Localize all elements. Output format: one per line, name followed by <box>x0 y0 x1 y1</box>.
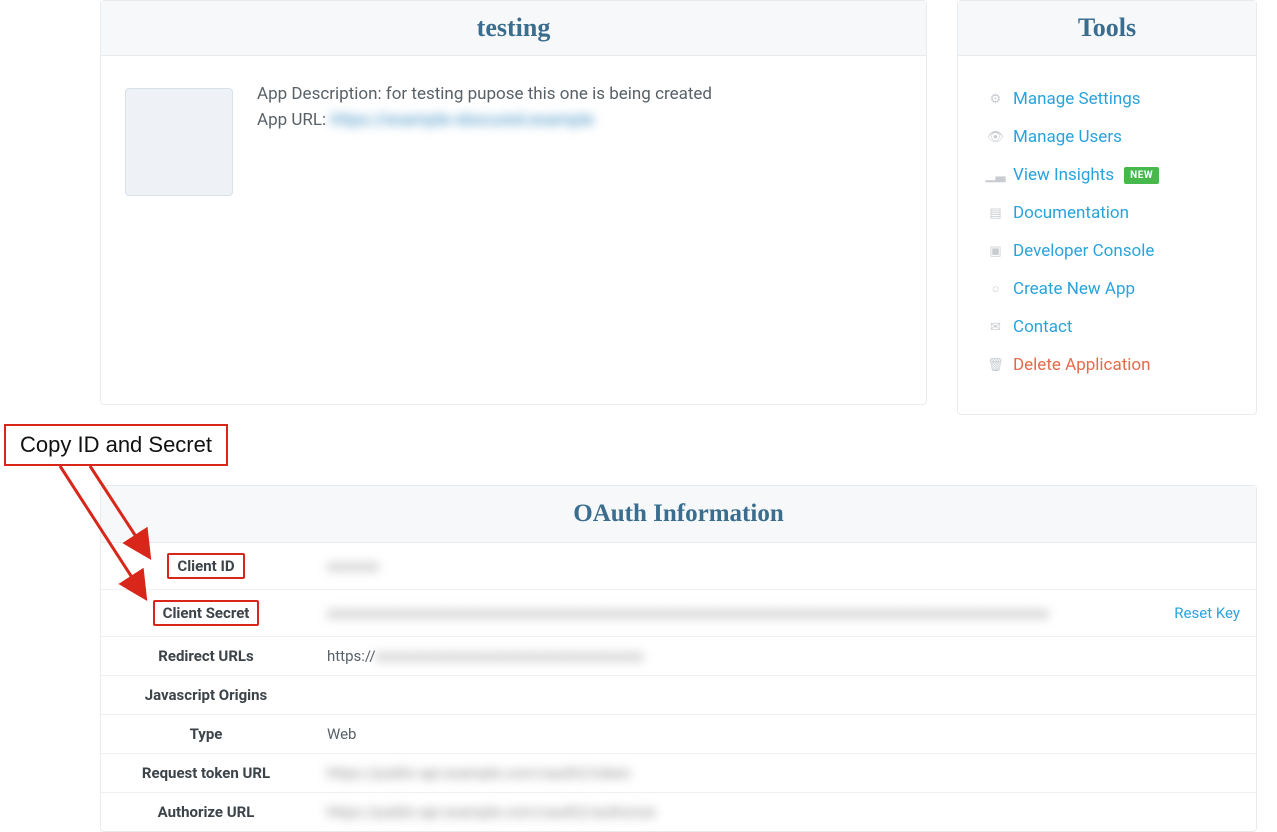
tools-item: ✉ Contact <box>988 308 1226 346</box>
plus-icon: ○ <box>988 282 1003 297</box>
oauth-key: Authorize URL <box>101 793 311 832</box>
app-description-value: for testing pupose this one is being cre… <box>386 84 712 104</box>
oauth-row: Javascript Origins <box>101 676 1256 715</box>
oauth-value-prefix: https:// <box>327 647 376 665</box>
app-url: App URL: https://example-obscured.exampl… <box>257 110 712 130</box>
app-description-label: App Description: <box>257 84 382 104</box>
tools-item: ▁▃ View Insights NEW <box>988 156 1226 194</box>
tools-item: 🗑 Delete Application <box>988 346 1226 384</box>
oauth-value-blurred: https://public-api.example.com/oauth2/au… <box>327 803 656 821</box>
app-thumbnail <box>125 88 233 196</box>
oauth-key: Client ID <box>101 543 311 590</box>
app-url-label: App URL: <box>257 110 326 130</box>
doc-icon: ▤ <box>988 206 1003 221</box>
oauth-value <box>311 676 1256 715</box>
tools-link-delete-application[interactable]: Delete Application <box>1013 355 1151 375</box>
oauth-row: Client ID xxxxxxx <box>101 543 1256 590</box>
oauth-value: xxxxxxxxxxxxxxxxxxxxxxxxxxxxxxxxxxxxxxxx… <box>311 590 1256 637</box>
oauth-key: Request token URL <box>101 754 311 793</box>
app-url-value: https://example-obscured.example <box>330 110 593 130</box>
tools-link-developer-console[interactable]: Developer Console <box>1013 241 1154 261</box>
trash-icon: 🗑 <box>988 358 1003 373</box>
tools-link-view-insights[interactable]: View Insights <box>1013 165 1114 185</box>
oauth-row: TypeWeb <box>101 715 1256 754</box>
app-panel-header: testing <box>101 1 926 56</box>
highlight-box: Client Secret <box>153 600 260 626</box>
eye-icon: 👁 <box>988 130 1003 145</box>
tools-link-contact[interactable]: Contact <box>1013 317 1072 337</box>
oauth-value-blurred: xxxxxxxxxxxxxxxxxxxxxxxxxxxxxxxxxxxxxxxx… <box>327 604 1049 622</box>
oauth-table: Client ID xxxxxxx Client Secret xxxxxxxxxxx… <box>101 543 1256 831</box>
console-icon: ▣ <box>988 244 1003 259</box>
oauth-value: Web <box>311 715 1256 754</box>
new-badge: NEW <box>1124 167 1159 184</box>
oauth-key: Javascript Origins <box>101 676 311 715</box>
oauth-value: https://public-api.example.com/oauth2/au… <box>311 793 1256 832</box>
tools-link-create-new-app[interactable]: Create New App <box>1013 279 1135 299</box>
oauth-value-blurred: xxxxxxx <box>327 557 379 575</box>
oauth-row: Client Secret xxxxxxxxxxxxxxxxxxxxxxxxxxx… <box>101 590 1256 637</box>
oauth-title: OAuth Information <box>573 500 783 527</box>
oauth-panel-header: OAuth Information <box>101 486 1256 543</box>
oauth-panel: OAuth Information Client IDxxxxxxxClient… <box>100 485 1257 832</box>
oauth-key: Type <box>101 715 311 754</box>
chart-icon: ▁▃ <box>988 168 1003 183</box>
tools-panel-header: Tools <box>958 1 1256 56</box>
tools-link-documentation[interactable]: Documentation <box>1013 203 1129 223</box>
tools-item: ▤ Documentation <box>988 194 1226 232</box>
tools-list: ⚙ Manage Settings 👁 Manage Users ▁▃ View Insi… <box>958 56 1256 414</box>
oauth-value: xxxxxxx <box>311 543 1256 590</box>
app-description: App Description: for testing pupose this… <box>257 84 712 104</box>
oauth-value: https://public-api.example.com/oauth2/to… <box>311 754 1256 793</box>
tools-link-manage-users[interactable]: Manage Users <box>1013 127 1122 147</box>
oauth-key: Client Secret <box>101 590 311 637</box>
oauth-row: Authorize URL https://public-api.example.… <box>101 793 1256 832</box>
tools-item: ⚙ Manage Settings <box>988 80 1226 118</box>
app-title: testing <box>477 13 551 42</box>
tools-item: 👁 Manage Users <box>988 118 1226 156</box>
oauth-value-blurred: https://public-api.example.com/oauth2/to… <box>327 764 630 782</box>
oauth-row: Request token URL https://public-api.exam… <box>101 754 1256 793</box>
highlight-box: Client ID <box>167 553 244 579</box>
app-panel: testing App Description: for testing pup… <box>100 0 927 405</box>
gear-icon: ⚙ <box>988 92 1003 107</box>
mail-icon: ✉ <box>988 320 1003 335</box>
tools-item: ○ Create New App <box>988 270 1226 308</box>
reset-key-link[interactable]: Reset Key <box>1174 604 1240 622</box>
tools-title: Tools <box>1078 13 1136 42</box>
annotation-callout: Copy ID and Secret <box>4 424 228 466</box>
oauth-value-blurred: xxxxxxxxxxxxxxxxxxxxxxxxxxxxxxxxxxxx <box>376 647 644 665</box>
tools-panel: Tools ⚙ Manage Settings 👁 Manage Users ▁▃ Vie… <box>957 0 1257 415</box>
oauth-value: https://xxxxxxxxxxxxxxxxxxxxxxxxxxxxxxxx… <box>311 637 1256 676</box>
oauth-key: Redirect URLs <box>101 637 311 676</box>
tools-link-manage-settings[interactable]: Manage Settings <box>1013 89 1141 109</box>
tools-item: ▣ Developer Console <box>988 232 1226 270</box>
oauth-row: Redirect URLshttps://xxxxxxxxxxxxxxxxxxx… <box>101 637 1256 676</box>
